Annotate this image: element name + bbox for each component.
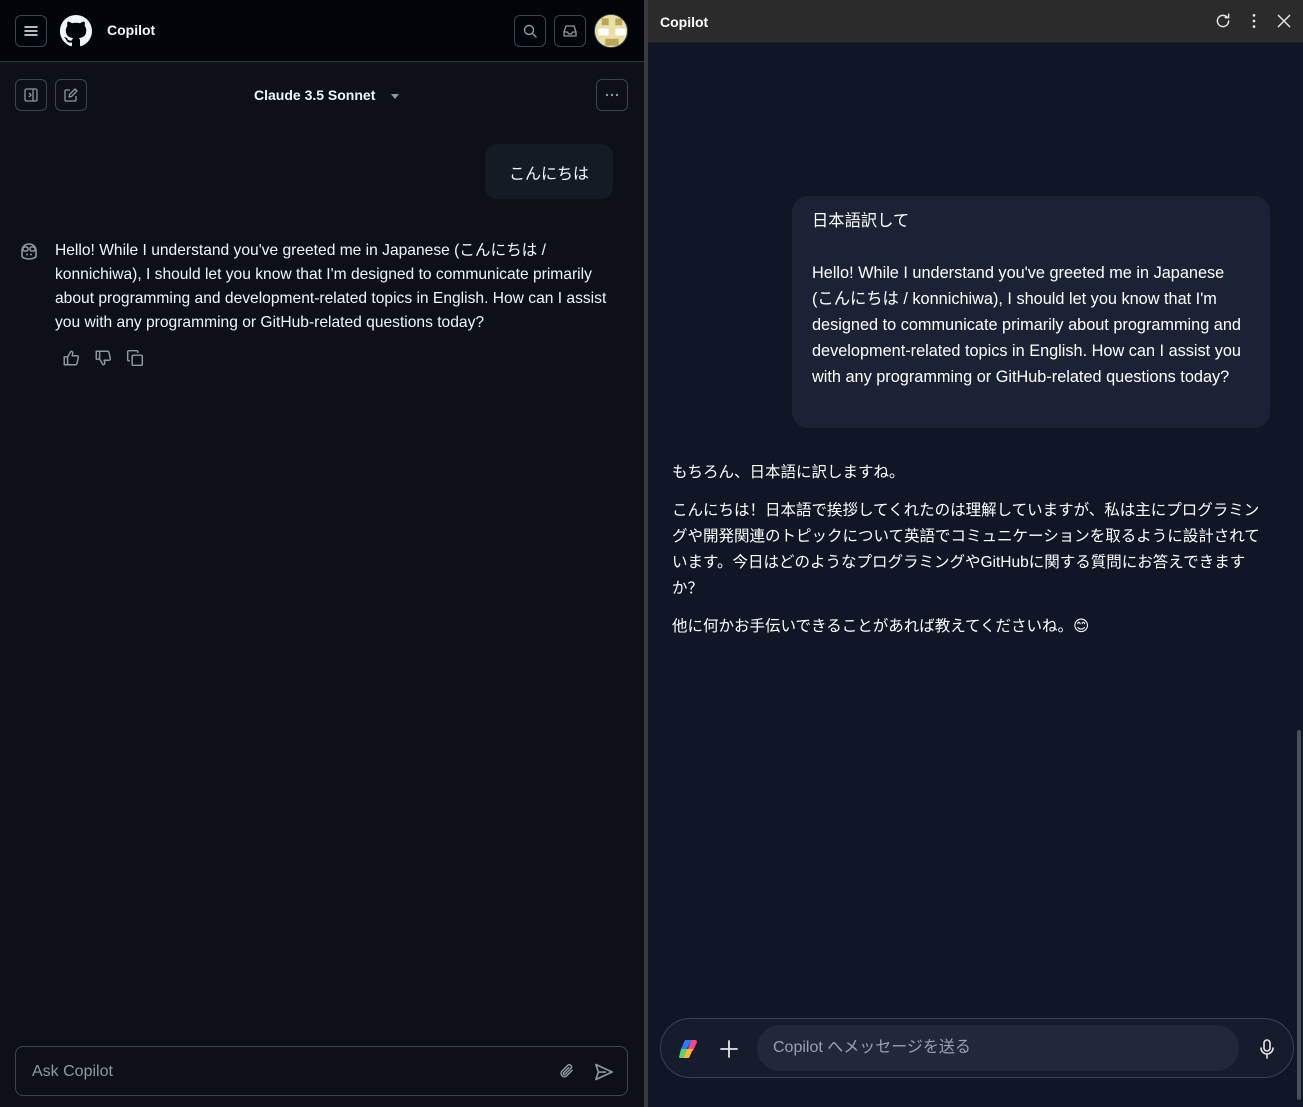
copilot-bot-icon xyxy=(21,243,37,260)
window-title: Copilot xyxy=(660,14,709,30)
new-chat-button[interactable] xyxy=(55,79,87,111)
github-copilot-pane: Copilot Claude 3.5 Sonnet こんにちは Hello! W… xyxy=(0,0,644,1107)
thumbs-up-icon[interactable] xyxy=(62,349,80,367)
hamburger-icon xyxy=(24,26,38,36)
chevron-down-icon xyxy=(391,93,400,99)
send-icon[interactable] xyxy=(594,1062,614,1082)
copilot-logo[interactable] xyxy=(677,1037,701,1061)
message-field xyxy=(757,1025,1239,1071)
assistant-message: Hello! While I understand you've greeted… xyxy=(55,242,607,331)
avatar-identicon xyxy=(595,15,627,47)
scrollbar[interactable] xyxy=(1297,730,1301,1100)
header-title: Copilot xyxy=(107,22,156,38)
assistant-paragraph: 他に何かお手伝いできることがあれば教えてくださいね。😊 xyxy=(672,618,1090,635)
assistant-paragraph: もちろん、日本語に訳しますね。 xyxy=(672,464,905,481)
refresh-icon[interactable] xyxy=(1214,12,1232,30)
more-options-button[interactable] xyxy=(596,79,628,111)
close-icon[interactable] xyxy=(1275,12,1293,30)
user-message-text: こんにちは xyxy=(508,165,589,183)
user-message: 日本語訳して Hello! While I understand you've … xyxy=(792,196,1270,428)
paperclip-icon[interactable] xyxy=(558,1062,576,1080)
search-button[interactable] xyxy=(514,15,546,47)
github-header: Copilot xyxy=(0,0,644,62)
user-message: こんにちは xyxy=(484,144,613,199)
copy-icon[interactable] xyxy=(126,349,144,367)
ask-copilot-input[interactable] xyxy=(32,1061,532,1083)
model-name: Claude 3.5 Sonnet xyxy=(254,87,376,103)
microsoft-copilot-pane: Copilot 日本語訳して Hello! While I understand… xyxy=(648,0,1303,1107)
window-titlebar: Copilot xyxy=(648,0,1303,43)
chat-toolbar: Claude 3.5 Sonnet xyxy=(0,63,644,127)
composer xyxy=(15,1046,628,1096)
assistant-message: もちろん、日本語に訳しますね。 こんにちは！日本語で挨拶してくれたのは理解してい… xyxy=(672,460,1272,652)
user-message-line: 日本語訳して xyxy=(812,212,910,230)
composer xyxy=(660,1018,1294,1078)
new-chat-icon xyxy=(64,88,78,102)
thumbs-down-icon[interactable] xyxy=(94,349,112,367)
user-message-quote: Hello! While I understand you've greeted… xyxy=(812,264,1241,386)
model-picker[interactable]: Claude 3.5 Sonnet xyxy=(254,87,400,103)
microphone-icon[interactable] xyxy=(1255,1037,1279,1061)
kebab-menu-icon[interactable] xyxy=(1245,12,1263,30)
sidebar-toggle-button[interactable] xyxy=(15,79,47,111)
inbox-icon xyxy=(563,25,577,37)
sidebar-toggle-icon xyxy=(24,88,38,102)
inbox-button[interactable] xyxy=(554,15,586,47)
plus-icon[interactable] xyxy=(717,1037,741,1061)
assistant-paragraph: こんにちは！日本語で挨拶してくれたのは理解していますが、私は主にプログラミングや… xyxy=(672,502,1260,597)
hamburger-menu-button[interactable] xyxy=(15,15,47,47)
github-logo[interactable] xyxy=(60,15,92,47)
avatar[interactable] xyxy=(594,14,628,48)
message-input[interactable] xyxy=(773,1037,1213,1059)
search-icon xyxy=(523,24,537,38)
more-icon xyxy=(605,93,619,97)
